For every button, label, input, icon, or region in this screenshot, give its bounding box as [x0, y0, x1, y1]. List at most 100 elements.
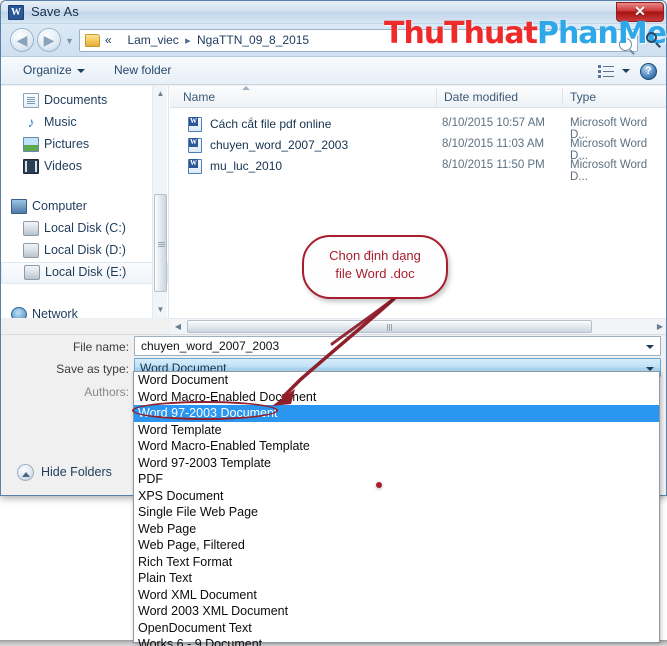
document-icon — [23, 93, 39, 108]
watermark-part-red: ThuThuat — [384, 16, 538, 51]
file-name-value: chuyen_word_2007_2003 — [141, 339, 280, 353]
scroll-up-icon[interactable]: ▲ — [153, 86, 168, 102]
dropdown-option-word-document[interactable]: Word Document — [134, 372, 659, 389]
sidebar-item-computer[interactable]: Computer — [1, 196, 168, 218]
chevron-up-icon — [17, 464, 34, 481]
window-title: Save As — [31, 4, 79, 19]
forward-button[interactable]: ▶ — [37, 28, 61, 52]
file-name-label: File name: — [72, 340, 129, 354]
video-icon — [23, 159, 39, 174]
dropdown-option-word-template[interactable]: Word Template — [134, 422, 659, 439]
sidebar-item-label: Local Disk (E:) — [45, 265, 127, 279]
table-row[interactable]: mu_luc_2010 8/10/2015 11:50 PM Microsoft… — [170, 156, 666, 183]
sidebar-item-local-disk-e[interactable]: Local Disk (E:) — [1, 262, 168, 284]
sidebar-item-label: Local Disk (D:) — [44, 243, 126, 257]
sidebar-item-label: Music — [44, 115, 77, 129]
hide-folders-label: Hide Folders — [41, 465, 112, 479]
breadcrumb: « Lam_viec ▸ NgaTTN_09_8_2015 — [105, 33, 309, 47]
dropdown-option-web-page-filtered[interactable]: Web Page, Filtered — [134, 537, 659, 554]
computer-icon — [11, 199, 27, 214]
dropdown-option-word-2003-xml-document[interactable]: Word 2003 XML Document — [134, 603, 659, 620]
sidebar-item-network[interactable]: Network — [1, 304, 168, 318]
file-name-chevron-down-icon[interactable] — [646, 345, 654, 349]
dropdown-option-pdf[interactable]: PDF — [134, 471, 659, 488]
column-header-type[interactable]: Type — [570, 90, 596, 104]
organize-button[interactable]: Organize — [23, 63, 85, 77]
file-date: 8/10/2015 10:57 AM — [442, 117, 545, 129]
nav-pane-scrollbar[interactable]: ▲ ▼ — [152, 86, 167, 318]
file-name: chuyen_word_2007_2003 — [210, 138, 349, 152]
view-chevron-down-icon[interactable] — [622, 69, 630, 73]
table-row[interactable]: Cách cắt file pdf online 8/10/2015 10:57… — [170, 114, 666, 141]
sidebar-item-label: Pictures — [44, 137, 90, 151]
disk-icon — [23, 221, 39, 236]
navigation-pane: Documents ♪ Music Pictures Videos Comput… — [1, 86, 169, 318]
breadcrumb-item-0[interactable]: Lam_viec — [127, 33, 178, 47]
history-dropdown-icon[interactable]: ▼ — [65, 36, 74, 46]
sidebar-item-label: Videos — [44, 159, 82, 173]
chevron-right-icon: ▸ — [185, 35, 191, 47]
help-button[interactable]: ? — [640, 63, 657, 80]
sidebar-item-music[interactable]: ♪ Music — [1, 112, 168, 134]
dropdown-option-plain-text[interactable]: Plain Text — [134, 570, 659, 587]
file-date: 8/10/2015 11:03 AM — [442, 138, 545, 150]
column-divider[interactable] — [562, 88, 563, 106]
column-divider[interactable] — [436, 88, 437, 106]
file-type: Microsoft Word D... — [570, 159, 648, 183]
word-file-icon — [188, 159, 202, 174]
sidebar-item-documents[interactable]: Documents — [1, 90, 168, 112]
breadcrumb-item-1[interactable]: NgaTTN_09_8_2015 — [197, 33, 309, 47]
annotation-callout-line-1: Chọn định dạng — [329, 248, 421, 263]
sidebar-item-label: Network — [32, 307, 78, 318]
sidebar-item-videos[interactable]: Videos — [1, 156, 168, 178]
word-file-icon — [188, 117, 202, 132]
sort-ascending-icon — [242, 86, 250, 90]
annotation-callout-line-2: file Word .doc — [335, 266, 415, 281]
scroll-down-icon[interactable]: ▼ — [153, 302, 168, 318]
sidebar-item-local-disk-c[interactable]: Local Disk (C:) — [1, 218, 168, 240]
save-as-type-label: Save as type: — [56, 362, 129, 376]
scrollbar-thumb[interactable] — [187, 320, 592, 333]
dropdown-option-single-file-web-page[interactable]: Single File Web Page — [134, 504, 659, 521]
scrollbar-thumb[interactable] — [154, 194, 167, 292]
picture-icon — [23, 137, 39, 152]
music-icon: ♪ — [27, 114, 35, 130]
scroll-right-icon[interactable]: ▶ — [652, 319, 666, 334]
file-date: 8/10/2015 11:50 PM — [442, 159, 545, 171]
dropdown-option-word-xml-document[interactable]: Word XML Document — [134, 587, 659, 604]
scroll-left-icon[interactable]: ◀ — [170, 319, 186, 334]
table-row[interactable]: chuyen_word_2007_2003 8/10/2015 11:03 AM… — [170, 135, 666, 162]
dropdown-option-rich-text-format[interactable]: Rich Text Format — [134, 554, 659, 571]
breadcrumb-sep-0 — [118, 35, 121, 47]
file-list-horizontal-scrollbar[interactable]: ◀ ▶ — [170, 318, 666, 334]
dropdown-option-xps-document[interactable]: XPS Document — [134, 488, 659, 505]
toolbar: Organize New folder ? — [1, 57, 666, 85]
list-view-icon[interactable] — [598, 64, 614, 78]
file-name: Cách cắt file pdf online — [210, 117, 332, 131]
new-folder-button[interactable]: New folder — [114, 63, 171, 77]
chevron-down-icon — [76, 68, 85, 73]
authors-label: Authors: — [84, 385, 129, 399]
column-header-date-modified[interactable]: Date modified — [444, 90, 518, 104]
back-button[interactable]: ◀ — [10, 28, 34, 52]
annotation-dot — [376, 482, 382, 488]
sidebar-item-pictures[interactable]: Pictures — [1, 134, 168, 156]
disk-icon — [23, 243, 39, 258]
dropdown-option-word-macro-enabled-template[interactable]: Word Macro-Enabled Template — [134, 438, 659, 455]
forward-arrow-icon: ▶ — [43, 32, 55, 48]
site-watermark: ThuThuatPhanMem.vn — [384, 16, 667, 51]
screenshot-canvas: W Save As ✕ ◀ ▶ ▼ « Lam_viec ▸ NgaTTN_09… — [0, 0, 667, 646]
network-icon — [11, 307, 27, 318]
dropdown-option-works-6-9-document[interactable]: Works 6 - 9 Document — [134, 636, 659, 646]
column-header-name[interactable]: Name — [183, 90, 215, 104]
organize-label: Organize — [23, 63, 72, 77]
breadcrumb-overflow-icon[interactable]: « — [105, 33, 112, 47]
file-name-input[interactable]: chuyen_word_2007_2003 — [134, 336, 661, 356]
folder-icon — [85, 34, 100, 47]
dropdown-option-web-page[interactable]: Web Page — [134, 521, 659, 538]
dropdown-option-opendocument-text[interactable]: OpenDocument Text — [134, 620, 659, 637]
dropdown-option-word-97-2003-template[interactable]: Word 97-2003 Template — [134, 455, 659, 472]
sidebar-item-label: Local Disk (C:) — [44, 221, 126, 235]
sidebar-item-local-disk-d[interactable]: Local Disk (D:) — [1, 240, 168, 262]
file-name: mu_luc_2010 — [210, 159, 283, 173]
